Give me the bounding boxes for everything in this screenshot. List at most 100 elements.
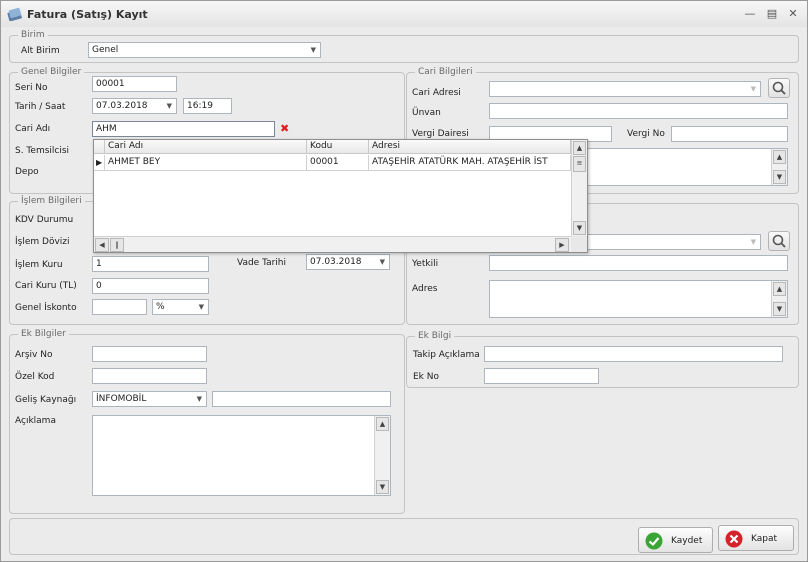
scroll-down-icon[interactable]: ▼: [573, 221, 586, 235]
alt-birim-label: Alt Birim: [21, 46, 60, 56]
scroll-left-icon[interactable]: ◀: [95, 238, 109, 252]
teslimat-adres-scrollbar[interactable]: ▲ ▼: [771, 281, 787, 317]
ozel-kod-input[interactable]: [92, 368, 207, 384]
clear-icon[interactable]: ✖: [280, 122, 289, 135]
close-window-icon[interactable]: ✕: [786, 7, 800, 21]
takip-label: Takip Açıklama: [413, 350, 480, 360]
kur-label: İşlem Kuru: [15, 260, 63, 270]
iskonto-input[interactable]: [92, 299, 147, 315]
scroll-thumb[interactable]: ‖: [110, 238, 124, 252]
maximize-icon[interactable]: ▤: [765, 7, 779, 21]
alt-birim-select[interactable]: Genel ▼: [88, 42, 321, 58]
genel-group-title: Genel Bilgiler: [18, 66, 85, 78]
islem-group-title: İşlem Bilgileri: [18, 195, 85, 207]
invoice-app-icon: [7, 7, 22, 21]
chevron-down-icon[interactable]: ▼: [197, 392, 202, 406]
grid-horizontal-scrollbar[interactable]: ◀ ‖ ▶: [94, 236, 571, 252]
chevron-down-icon[interactable]: ▼: [380, 255, 385, 269]
save-button[interactable]: Kaydet: [638, 527, 713, 553]
tarih-input[interactable]: 07.03.2018 ▼: [92, 98, 177, 114]
ek-bilgi-group: Ek Bilgi: [406, 330, 799, 388]
yetkili-input[interactable]: [489, 255, 788, 271]
scroll-right-icon[interactable]: ▶: [555, 238, 569, 252]
scroll-down-icon[interactable]: ▼: [376, 480, 389, 494]
scroll-down-icon[interactable]: ▼: [773, 170, 786, 184]
birim-group-title: Birim: [18, 29, 48, 41]
cari-kur-value: 0: [96, 281, 102, 291]
cari-adi-value: AHM: [96, 124, 117, 134]
ek-no-label: Ek No: [413, 372, 439, 382]
cari-kur-input[interactable]: 0: [92, 278, 209, 294]
table-row-adresi[interactable]: ATAŞEHİR ATATÜRK MAH. ATAŞEHİR İST: [369, 155, 571, 171]
close-button[interactable]: Kapat: [718, 525, 794, 551]
chevron-down-icon[interactable]: ▼: [311, 43, 316, 57]
scroll-down-icon[interactable]: ▼: [773, 302, 786, 316]
vergi-no-label: Vergi No: [627, 129, 665, 139]
chevron-down-icon[interactable]: ▼: [199, 300, 204, 314]
cari-adres-scrollbar[interactable]: ▲ ▼: [771, 149, 787, 185]
ek-no-input[interactable]: [484, 368, 599, 384]
teslimat-adres-memo[interactable]: ▲ ▼: [489, 280, 788, 318]
scroll-up-icon[interactable]: ▲: [376, 417, 389, 431]
cari-adi-label: Cari Adı: [15, 124, 51, 134]
close-button-label: Kapat: [751, 534, 778, 544]
aciklama-scrollbar[interactable]: ▲ ▼: [374, 416, 390, 495]
scroll-up-icon[interactable]: ▲: [573, 141, 586, 155]
title-bar: Fatura (Satış) Kayıt — ▤ ✕: [1, 1, 807, 27]
cari-adi-input[interactable]: AHM: [92, 121, 275, 137]
chevron-down-icon[interactable]: ▼: [167, 99, 172, 113]
gelis-select[interactable]: İNFOMOBİL ▼: [92, 391, 207, 407]
iskonto-type-select[interactable]: % ▼: [152, 299, 209, 315]
minimize-icon[interactable]: —: [743, 7, 757, 21]
table-row-kodu[interactable]: 00001: [307, 155, 369, 171]
grid-header-cari-adi[interactable]: Cari Adı: [105, 140, 307, 154]
cari-group-title: Cari Bilgileri: [415, 66, 476, 78]
ozel-kod-label: Özel Kod: [15, 372, 55, 382]
row-indicator-icon: ▶: [94, 155, 105, 171]
grid-vertical-scrollbar[interactable]: ▲ ≡ ▼: [571, 140, 587, 236]
aciklama-label: Açıklama: [15, 416, 56, 426]
gelis-label: Geliş Kaynağı: [15, 395, 77, 405]
unvan-label: Ünvan: [412, 108, 441, 118]
window-title: Fatura (Satış) Kayıt: [27, 8, 148, 21]
grid-indicator-header: [94, 140, 105, 154]
takip-input[interactable]: [484, 346, 783, 362]
invoice-window: Fatura (Satış) Kayıt — ▤ ✕ Birim Alt Bir…: [0, 0, 808, 562]
tarih-saat-label: Tarih / Saat: [15, 102, 66, 112]
scroll-up-icon[interactable]: ▲: [773, 282, 786, 296]
arsiv-input[interactable]: [92, 346, 207, 362]
chevron-down-icon[interactable]: ▼: [751, 235, 756, 249]
kur-input[interactable]: 1: [92, 256, 209, 272]
doviz-label: İşlem Dövizi: [15, 237, 70, 247]
grid-header-kodu[interactable]: Kodu: [307, 140, 369, 154]
scroll-thumb[interactable]: ≡: [573, 156, 586, 172]
gelis-value: İNFOMOBİL: [96, 394, 147, 404]
arsiv-label: Arşiv No: [15, 350, 53, 360]
cari-kur-label: Cari Kuru (TL): [15, 281, 77, 291]
gelis-detail-input[interactable]: [212, 391, 391, 407]
cari-lookup-grid[interactable]: Cari Adı Kodu Adresi ▶ AHMET BEY 00001 A…: [93, 139, 588, 253]
depo-label: Depo: [15, 167, 39, 177]
cari-adresi-search-button[interactable]: [768, 78, 790, 98]
teslimat-search-button[interactable]: [768, 231, 790, 251]
alt-birim-value: Genel: [92, 45, 119, 55]
vergi-no-input[interactable]: [671, 126, 788, 142]
scroll-up-icon[interactable]: ▲: [773, 150, 786, 164]
unvan-input[interactable]: [489, 103, 788, 119]
cari-adresi-select[interactable]: ▼: [489, 81, 761, 97]
check-icon: [645, 532, 663, 550]
grid-header-adresi[interactable]: Adresi: [369, 140, 571, 154]
ek-bilgi-group-title: Ek Bilgi: [415, 330, 455, 342]
vade-input[interactable]: 07.03.2018 ▼: [306, 254, 390, 270]
saat-input[interactable]: 16:19: [183, 98, 232, 114]
aciklama-memo[interactable]: ▲ ▼: [92, 415, 391, 496]
seri-no-input[interactable]: 00001: [92, 76, 177, 92]
teslimat-adres-label: Adres: [412, 284, 438, 294]
temsilci-label: S. Temsilcisi: [15, 146, 70, 156]
ek-bilgiler-group-title: Ek Bilgiler: [18, 328, 69, 340]
search-icon: [772, 234, 786, 248]
vade-label: Vade Tarihi: [237, 258, 287, 268]
table-row[interactable]: AHMET BEY: [105, 155, 307, 171]
seri-no-label: Seri No: [15, 83, 48, 93]
chevron-down-icon[interactable]: ▼: [751, 82, 756, 96]
